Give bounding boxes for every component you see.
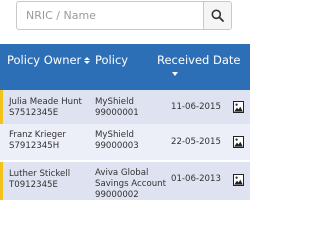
row-flag xyxy=(0,90,3,124)
table-row[interactable]: Franz Krieger S7912345H MyShield 9900000… xyxy=(0,124,250,160)
policy-list-page: Policy Owner Policy Received Date Julia … xyxy=(0,0,250,250)
table-row[interactable]: Luther Stickell T0912345E Aviva Global S… xyxy=(0,162,250,200)
received-date: 11-06-2015 xyxy=(171,102,221,112)
column-header-label: Policy xyxy=(95,53,129,67)
image-document-icon[interactable] xyxy=(233,136,244,148)
search-button[interactable] xyxy=(203,2,231,29)
policy-line: 99000003 xyxy=(95,141,139,151)
policy-cell: Aviva Global Savings Account 99000002 xyxy=(95,168,166,201)
column-header-policy-owner[interactable]: Policy Owner xyxy=(7,53,91,67)
row-flag xyxy=(0,162,3,200)
policy-owner-cell: Luther Stickell T0912345E xyxy=(9,169,70,191)
received-date-cell: 22-05-2015 xyxy=(171,137,221,148)
search-input[interactable] xyxy=(17,2,203,29)
received-date-cell: 11-06-2015 xyxy=(171,102,221,113)
column-header-label: Policy Owner xyxy=(7,53,82,67)
policy-line: Aviva Global xyxy=(95,168,149,178)
image-document-icon[interactable] xyxy=(233,174,244,186)
image-document-icon[interactable] xyxy=(233,101,244,113)
policy-line: Savings Account xyxy=(95,179,167,189)
table-row[interactable]: Julia Meade Hunt S7512345E MyShield 9900… xyxy=(0,90,250,124)
policy-cell: MyShield 99000003 xyxy=(95,130,139,152)
received-date: 22-05-2015 xyxy=(171,137,221,147)
policy-line: 99000001 xyxy=(95,108,139,118)
received-date: 01-06-2013 xyxy=(171,174,221,184)
policy-owner-cell: Julia Meade Hunt S7512345E xyxy=(9,97,82,119)
column-header-label: Received Date xyxy=(157,53,241,67)
policy-cell: MyShield 99000001 xyxy=(95,97,139,119)
policy-line: MyShield xyxy=(95,97,134,107)
owner-name: Luther Stickell xyxy=(9,169,71,179)
owner-id: S7512345E xyxy=(9,108,59,118)
policy-owner-cell: Franz Krieger S7912345H xyxy=(9,130,66,152)
owner-id: T0912345E xyxy=(9,180,58,190)
search-box xyxy=(16,1,232,30)
owner-name: Julia Meade Hunt xyxy=(9,97,82,107)
policy-line: 99000002 xyxy=(95,190,139,200)
sort-icon xyxy=(84,56,91,64)
sort-descending-icon xyxy=(172,72,178,76)
table-header: Policy Owner Policy Received Date xyxy=(0,44,250,90)
owner-name: Franz Krieger xyxy=(9,130,66,140)
policy-line: MyShield xyxy=(95,130,134,140)
column-header-received-date[interactable]: Received Date xyxy=(157,53,240,67)
search-icon xyxy=(211,9,224,22)
search-bar xyxy=(0,0,250,40)
owner-id: S7912345H xyxy=(9,141,60,151)
received-date-cell: 01-06-2013 xyxy=(171,174,221,185)
column-header-policy: Policy xyxy=(95,53,128,67)
